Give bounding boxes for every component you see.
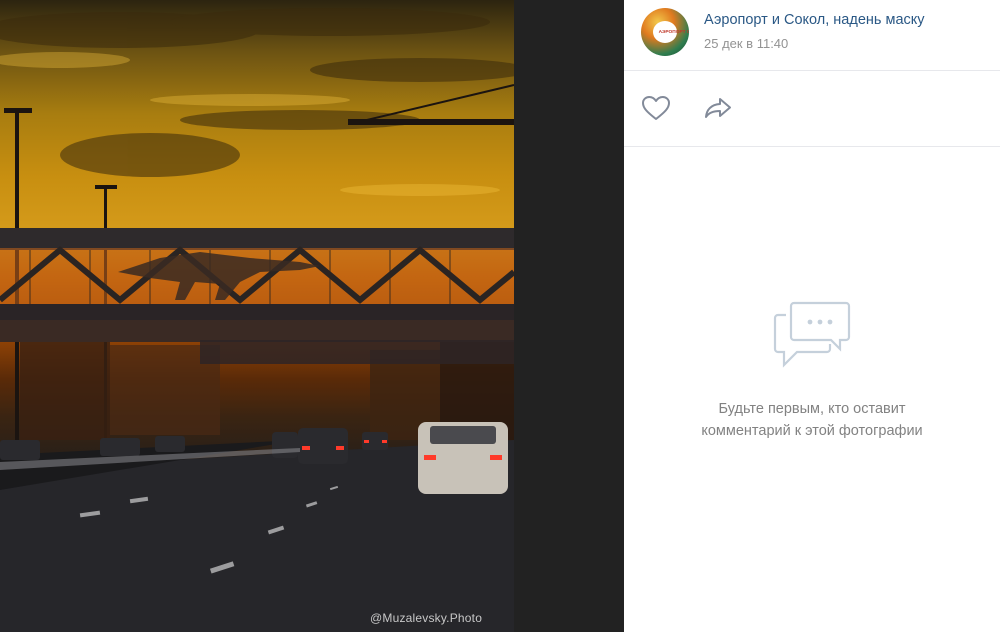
post-date[interactable]: 25 дек в 11:40 bbox=[704, 36, 788, 51]
avatar-logo: АЭРОПОРТ СОКОЛ bbox=[653, 21, 689, 43]
comments-empty-state: Будьте первым, кто оставит комментарий к… bbox=[624, 147, 1000, 632]
viewer-backdrop[interactable] bbox=[514, 0, 624, 632]
empty-comments-text: Будьте первым, кто оставит комментарий к… bbox=[624, 398, 1000, 442]
post-actions bbox=[624, 70, 1000, 147]
photo-scene bbox=[0, 8, 514, 632]
heart-icon[interactable] bbox=[641, 95, 671, 121]
comments-icon bbox=[772, 299, 852, 373]
empty-comments-line-2: комментарий к этой фотографии bbox=[701, 423, 923, 439]
avatar-text: АЭРОПОРТ СОКОЛ bbox=[658, 29, 689, 35]
share-icon[interactable] bbox=[703, 96, 733, 120]
side-panel: АЭРОПОРТ СОКОЛ Аэропорт и Сокол, надень … bbox=[624, 0, 1000, 632]
post-photo[interactable]: @Muzalevsky.Photo bbox=[0, 0, 514, 632]
empty-comments-line-1: Будьте первым, кто оставит bbox=[718, 401, 906, 417]
post-header: АЭРОПОРТ СОКОЛ Аэропорт и Сокол, надень … bbox=[624, 0, 1000, 71]
avatar[interactable]: АЭРОПОРТ СОКОЛ bbox=[641, 8, 689, 56]
photo-watermark: @Muzalevsky.Photo bbox=[370, 611, 483, 625]
author-link[interactable]: Аэропорт и Сокол, надень маску bbox=[704, 12, 925, 28]
